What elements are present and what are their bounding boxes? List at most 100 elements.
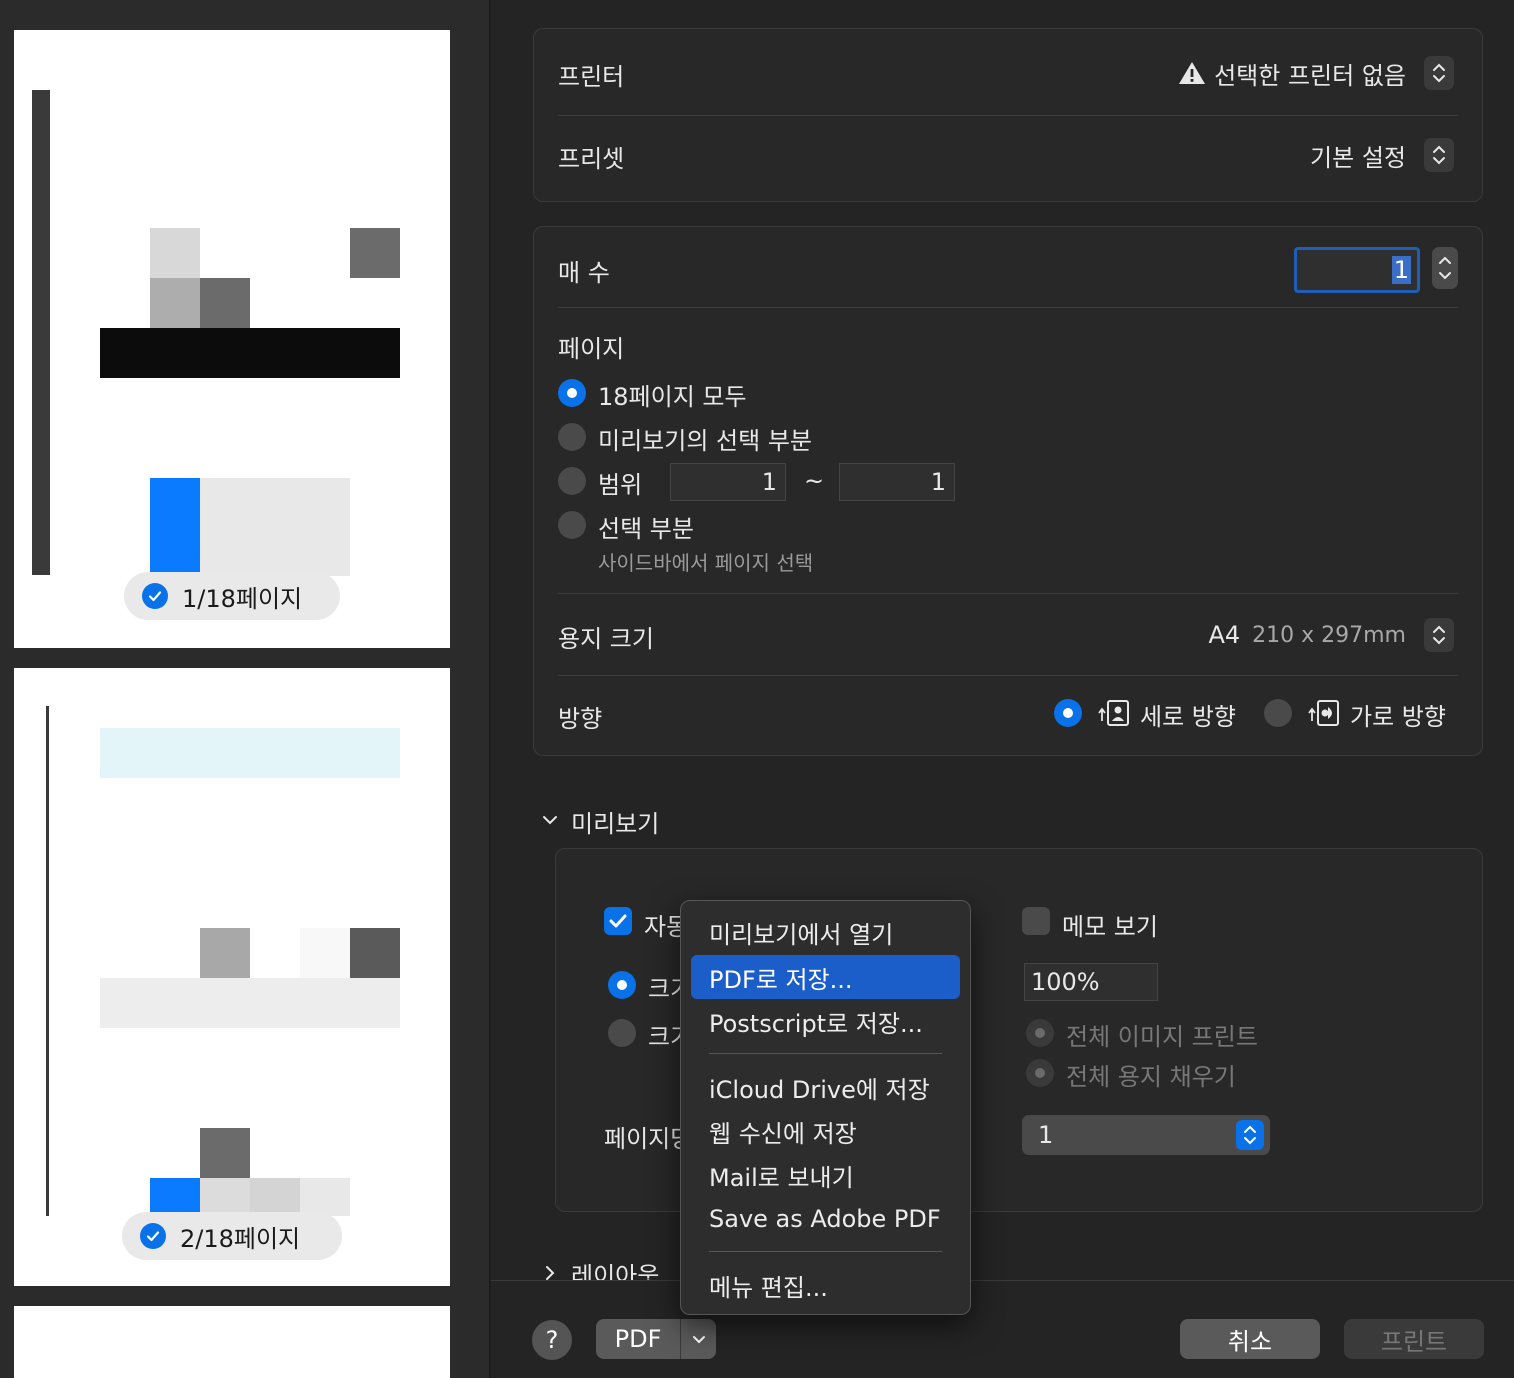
preview-section-toggle[interactable]: 미리보기 xyxy=(541,804,659,839)
radio-range[interactable] xyxy=(558,467,586,495)
print-settings-panel: 프린터 선택한 프린터 없음 프리셋 기본 설정 매 수 1 페이지 18페이지… xyxy=(491,0,1514,1378)
menu-item-save-as-postscript[interactable]: Postscript로 저장... xyxy=(691,999,960,1043)
pdf-dropdown-menu: 미리보기에서 열기 PDF로 저장... Postscript로 저장... i… xyxy=(680,900,971,1315)
preset-popup[interactable]: 기본 설정 xyxy=(1310,137,1454,173)
chevron-down-icon xyxy=(541,811,559,833)
cancel-label: 취소 xyxy=(1227,1327,1273,1356)
radio-all-pages[interactable] xyxy=(558,379,586,407)
paper-size-popup[interactable]: A4 210 x 297mm xyxy=(1208,617,1454,653)
print-dialog: 1/18페이지 2/18페이지 프린터 선택한 프린터 없음 프리셋 기본 설정… xyxy=(0,0,1514,1378)
menu-item-edit-menu[interactable]: 메뉴 편집... xyxy=(691,1263,960,1307)
copies-per-page-value: 1 xyxy=(1038,1121,1054,1149)
scale-input[interactable]: 100% xyxy=(1024,963,1158,1001)
warning-icon xyxy=(1178,60,1206,86)
landscape-icon xyxy=(1306,699,1340,727)
thumb-block xyxy=(350,928,400,978)
radio-print-entire-image[interactable] xyxy=(1026,1019,1054,1047)
page-2-label: 2/18페이지 xyxy=(180,1224,301,1253)
auto-rotate-checkbox[interactable] xyxy=(604,907,632,935)
thumb-bar xyxy=(46,706,49,1216)
portrait-icon xyxy=(1096,699,1130,727)
footer-divider xyxy=(491,1280,1514,1281)
paper-size-value: A4 xyxy=(1208,621,1241,649)
page-1-label: 1/18페이지 xyxy=(182,584,303,613)
chevron-down-icon xyxy=(681,1331,716,1347)
updown-chevron-icon xyxy=(1424,618,1454,652)
selection-preview-label: 미리보기의 선택 부분 xyxy=(598,427,812,455)
menu-item-save-as-adobe-pdf[interactable]: Save as Adobe PDF xyxy=(691,1197,960,1241)
thumb-block xyxy=(200,1128,250,1178)
thumb-block xyxy=(200,928,250,978)
radio-fill-entire-paper[interactable] xyxy=(1026,1059,1054,1087)
divider xyxy=(558,675,1458,676)
radio-portrait[interactable] xyxy=(1054,699,1082,727)
pages-label: 페이지 xyxy=(558,335,625,363)
menu-item-send-in-mail[interactable]: Mail로 보내기 xyxy=(691,1153,960,1197)
print-label: 프린트 xyxy=(1380,1327,1448,1356)
page-thumbnail-3[interactable] xyxy=(14,1306,450,1378)
show-notes-label: 메모 보기 xyxy=(1062,913,1158,941)
menu-item-open-in-preview[interactable]: 미리보기에서 열기 xyxy=(691,910,960,954)
thumb-block xyxy=(100,328,400,378)
preset-label: 프리셋 xyxy=(558,145,625,173)
printer-popup[interactable]: 선택한 프린터 없음 xyxy=(1178,55,1454,91)
preset-value: 기본 설정 xyxy=(1310,143,1406,172)
scale-value: 100% xyxy=(1031,968,1100,996)
fill-entire-paper-label: 전체 용지 채우기 xyxy=(1066,1063,1236,1091)
page-1-badge: 1/18페이지 xyxy=(124,572,340,620)
divider xyxy=(558,593,1458,594)
page-thumbnail-2[interactable]: 2/18페이지 xyxy=(14,668,450,1286)
range-from-value: 1 xyxy=(761,468,777,496)
thumb-block xyxy=(150,478,200,576)
thumb-block xyxy=(300,1178,350,1216)
updown-chevron-icon xyxy=(1424,138,1454,172)
menu-item-save-as-pdf[interactable]: PDF로 저장... xyxy=(691,955,960,999)
thumb-block xyxy=(200,478,350,576)
layout-section-label: 레이아웃 xyxy=(571,1262,660,1280)
layout-section-toggle[interactable]: 레이아웃 xyxy=(541,1256,659,1280)
thumb-block xyxy=(100,978,400,1028)
printer-group: 프린터 선택한 프린터 없음 프리셋 기본 설정 xyxy=(533,28,1483,202)
divider xyxy=(558,115,1458,116)
radio-selected-pages[interactable] xyxy=(558,511,586,539)
range-from-input[interactable]: 1 xyxy=(670,463,786,501)
copies-label: 매 수 xyxy=(558,259,610,287)
help-button[interactable]: ? xyxy=(532,1320,572,1360)
chevron-right-icon xyxy=(541,1264,559,1280)
thumb-block xyxy=(250,1178,300,1216)
updown-chevron-icon xyxy=(1236,1120,1264,1150)
thumb-block xyxy=(150,228,200,278)
copies-stepper[interactable] xyxy=(1432,247,1458,289)
range-label: 범위 xyxy=(598,471,643,499)
menu-item-save-to-web-receipts[interactable]: 웹 수신에 저장 xyxy=(691,1109,960,1153)
page-thumbnail-1[interactable]: 1/18페이지 xyxy=(14,30,450,648)
orientation-label: 방향 xyxy=(558,705,603,733)
menu-divider xyxy=(709,1053,942,1054)
pdf-menu-button[interactable]: PDF xyxy=(596,1319,716,1359)
thumb-bar xyxy=(32,90,50,575)
pdf-label: PDF xyxy=(614,1325,662,1353)
thumb-block xyxy=(200,278,250,328)
show-notes-checkbox[interactable] xyxy=(1022,907,1050,935)
menu-item-save-to-icloud[interactable]: iCloud Drive에 저장 xyxy=(691,1065,960,1109)
cancel-button[interactable]: 취소 xyxy=(1180,1319,1320,1359)
updown-chevron-icon xyxy=(1424,56,1454,90)
thumb-block xyxy=(350,228,400,278)
copies-per-page-popup[interactable]: 1 xyxy=(1022,1115,1270,1155)
print-entire-image-label: 전체 이미지 프린트 xyxy=(1066,1023,1258,1051)
page-thumbnail-sidebar[interactable]: 1/18페이지 2/18페이지 xyxy=(0,0,490,1378)
range-to-input[interactable]: 1 xyxy=(839,463,955,501)
copies-input[interactable]: 1 xyxy=(1294,247,1420,293)
page-2-badge: 2/18페이지 xyxy=(122,1212,342,1260)
radio-size-2[interactable] xyxy=(608,1019,636,1047)
print-button[interactable]: 프린트 xyxy=(1344,1319,1484,1359)
printer-value: 선택한 프린터 없음 xyxy=(1214,61,1406,90)
printer-label: 프린터 xyxy=(558,63,625,91)
options-group: 매 수 1 페이지 18페이지 모두 미리보기의 선택 부분 범위 1 ~ 1 … xyxy=(533,226,1483,756)
selected-hint: 사이드바에서 페이지 선택 xyxy=(598,551,814,575)
preview-section-label: 미리보기 xyxy=(571,810,660,838)
radio-size-1[interactable] xyxy=(608,971,636,999)
radio-landscape[interactable] xyxy=(1264,699,1292,727)
radio-selection-in-preview[interactable] xyxy=(558,423,586,451)
portrait-label: 세로 방향 xyxy=(1140,703,1236,731)
